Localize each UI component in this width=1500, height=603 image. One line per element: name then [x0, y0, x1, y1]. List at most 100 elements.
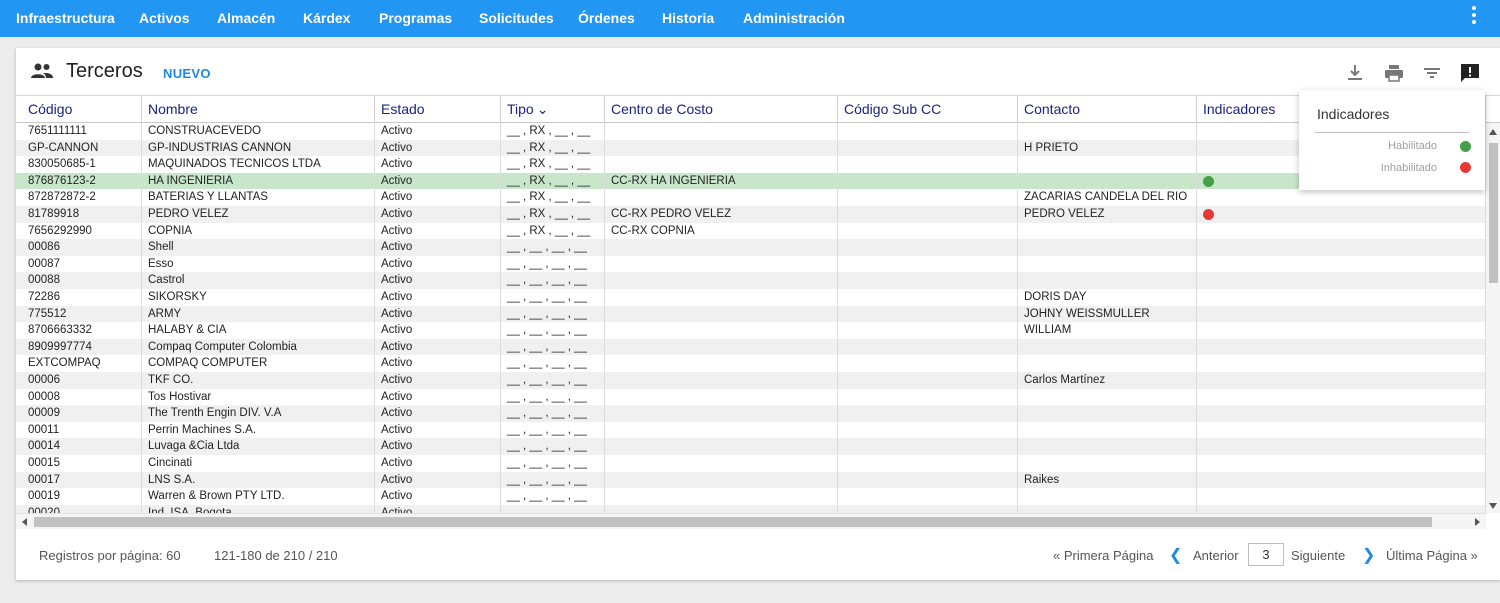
column-header-6[interactable]: Contacto — [1018, 96, 1197, 123]
cell-estado: Activo — [375, 222, 501, 240]
table-row[interactable]: 8909997774 Compaq Computer Colombia Activo… — [16, 338, 1486, 356]
download-icon[interactable] — [1344, 62, 1366, 84]
table-row[interactable]: 7656292990 COPNIA Activo __ , RX , __ , __ C… — [16, 222, 1486, 240]
print-icon[interactable] — [1383, 62, 1405, 84]
table-row[interactable]: 00019 Warren & Brown PTY LTD. Activo __ , _… — [16, 488, 1486, 505]
cell-nombre: BATERIAS Y LLANTAS — [142, 189, 375, 206]
cell-cc: CC-RX COPNIA — [605, 222, 838, 240]
cell-estado: Activo — [375, 372, 501, 389]
scroll-down-icon[interactable] — [1489, 503, 1497, 509]
table-row[interactable]: 830050685-1 MAQUINADOS TECNICOS LTDA Activ… — [16, 156, 1486, 173]
table-row[interactable]: 00086 Shell Activo __ , __ , __ , __ — [16, 239, 1486, 256]
table-row[interactable]: GP-CANNON GP-INDUSTRIAS CANNON Activo __ , … — [16, 139, 1486, 157]
indicator-cell — [1197, 488, 1486, 505]
cell-nombre: CONSTRUACEVEDO — [142, 123, 375, 140]
indicators-icon[interactable] — [1459, 62, 1481, 84]
indicator-cell — [1197, 189, 1486, 206]
chevron-right-icon[interactable]: ❯ — [1362, 545, 1375, 565]
cell-subcc — [838, 272, 1018, 289]
cell-subcc — [838, 504, 1018, 513]
table-row[interactable]: 775512 ARMY Activo __ , __ , __ , __ JOHNY W… — [16, 305, 1486, 323]
vertical-scrollbar[interactable] — [1486, 123, 1500, 513]
cell-tipo: __ , __ , __ , __ — [501, 388, 605, 406]
nav-item-6[interactable]: Órdenes — [578, 0, 635, 37]
cell-subcc — [838, 421, 1018, 439]
table-row[interactable]: 81789918 PEDRO VELEZ Activo __ , RX , __ , … — [16, 206, 1486, 223]
table-row[interactable]: 00017 LNS S.A. Activo __ , __ , __ , __ Raik… — [16, 471, 1486, 489]
cell-codigo: 72286 — [16, 289, 142, 306]
nav-item-8[interactable]: Administración — [743, 0, 845, 37]
column-header-4[interactable]: Centro de Costo — [605, 96, 838, 123]
table-row[interactable]: 00011 Perrin Machines S.A. Activo __ , __ ,… — [16, 421, 1486, 439]
table-row[interactable]: 00009 The Trenth Engin DIV. V.A Activo __ ,… — [16, 405, 1486, 422]
vertical-scroll-thumb[interactable] — [1489, 143, 1498, 283]
nav-item-2[interactable]: Almacén — [217, 0, 275, 37]
nav-item-0[interactable]: Infraestructura — [16, 0, 115, 37]
indicator-cell — [1197, 239, 1486, 256]
cell-codigo: 00011 — [16, 421, 142, 439]
nav-item-7[interactable]: Historia — [662, 0, 714, 37]
column-header-0[interactable]: Código — [16, 96, 142, 123]
cell-nombre: Compaq Computer Colombia — [142, 338, 375, 356]
indicators-popup: Indicadores Habilitado Inhabilitado — [1299, 90, 1485, 190]
cell-codigo: 00020 — [16, 504, 142, 513]
chevron-left-icon[interactable]: ❮ — [1169, 545, 1182, 565]
indicator-cell — [1197, 405, 1486, 422]
table-row[interactable]: 00088 Castrol Activo __ , __ , __ , __ — [16, 272, 1486, 289]
last-page-link[interactable]: Última Página » — [1386, 548, 1478, 563]
column-header-5[interactable]: Código Sub CC — [838, 96, 1018, 123]
nav-item-5[interactable]: Solicitudes — [479, 0, 554, 37]
cell-contacto — [1018, 488, 1197, 505]
nav-item-4[interactable]: Programas — [379, 0, 452, 37]
horizontal-scrollbar[interactable] — [16, 513, 1486, 529]
cell-cc — [605, 289, 838, 306]
indicator-cell — [1197, 206, 1486, 223]
cell-codigo: 876876123-2 — [16, 172, 142, 190]
cell-cc — [605, 372, 838, 389]
table-row[interactable]: 00020 Ind. ISA. Bogota Activo __ , __ , __ … — [16, 504, 1486, 513]
cell-nombre: Cincinati — [142, 455, 375, 472]
table-row[interactable]: 00008 Tos Hostivar Activo __ , __ , __ , __ — [16, 388, 1486, 406]
cell-nombre: MAQUINADOS TECNICOS LTDA — [142, 156, 375, 173]
table-row[interactable]: 7651111111 CONSTRUACEVEDO Activo __ , RX , … — [16, 123, 1486, 140]
table-row[interactable]: 876876123-2 HA INGENIERIA Activo __ , RX , … — [16, 172, 1486, 190]
column-header-label: Código Sub CC — [844, 101, 942, 117]
cell-tipo: __ , __ , __ , __ — [501, 455, 605, 472]
scroll-up-icon[interactable] — [1489, 129, 1497, 135]
scroll-right-icon[interactable] — [1475, 518, 1480, 526]
table-row[interactable]: 8706663332 HALABY & CIA Activo __ , __ , __… — [16, 322, 1486, 339]
table-row[interactable]: 00015 Cincinati Activo __ , __ , __ , __ — [16, 455, 1486, 472]
cell-tipo: __ , RX , __ , __ — [501, 139, 605, 157]
cell-nombre: COPNIA — [142, 222, 375, 240]
first-page-link[interactable]: « Primera Página — [1053, 548, 1153, 563]
table-row[interactable]: 00006 TKF CO. Activo __ , __ , __ , __ Carlo… — [16, 372, 1486, 389]
cell-tipo: __ , RX , __ , __ — [501, 172, 605, 190]
scroll-left-icon[interactable] — [22, 518, 27, 526]
table-row[interactable]: EXTCOMPAQ COMPAQ COMPUTER Activo __ , __ , … — [16, 355, 1486, 372]
column-header-3[interactable]: Tipo ⌄ — [501, 96, 605, 123]
chevron-down-icon[interactable]: ⌄ — [537, 96, 549, 122]
horizontal-scroll-thumb[interactable] — [34, 517, 1432, 527]
column-header-label: Estado — [381, 101, 425, 117]
indicator-cell — [1197, 255, 1486, 273]
table-row[interactable]: 72286 SIKORSKY Activo __ , __ , __ , __ DORI… — [16, 289, 1486, 306]
cell-codigo: 00087 — [16, 255, 142, 273]
cell-subcc — [838, 372, 1018, 389]
nav-item-1[interactable]: Activos — [139, 0, 190, 37]
table-row[interactable]: 00087 Esso Activo __ , __ , __ , __ — [16, 255, 1486, 273]
nav-item-3[interactable]: Kárdex — [303, 0, 350, 37]
next-page-link[interactable]: Siguiente — [1291, 548, 1345, 563]
column-header-1[interactable]: Nombre — [142, 96, 375, 123]
more-options-icon[interactable] — [1470, 6, 1478, 28]
column-header-2[interactable]: Estado — [375, 96, 501, 123]
cell-subcc — [838, 305, 1018, 323]
cell-codigo: EXTCOMPAQ — [16, 355, 142, 372]
previous-page-link[interactable]: Anterior — [1193, 548, 1239, 563]
table-row[interactable]: 00014 Luvaga &Cia Ltda Activo __ , __ , __ … — [16, 438, 1486, 455]
new-button[interactable]: NUEVO — [163, 66, 211, 81]
cell-tipo: __ , __ , __ , __ — [501, 405, 605, 422]
filter-icon[interactable] — [1421, 62, 1443, 84]
table-row[interactable]: 872872872-2 BATERIAS Y LLANTAS Activo __ , … — [16, 189, 1486, 206]
page-number-input[interactable] — [1248, 543, 1284, 566]
cell-estado: Activo — [375, 189, 501, 206]
